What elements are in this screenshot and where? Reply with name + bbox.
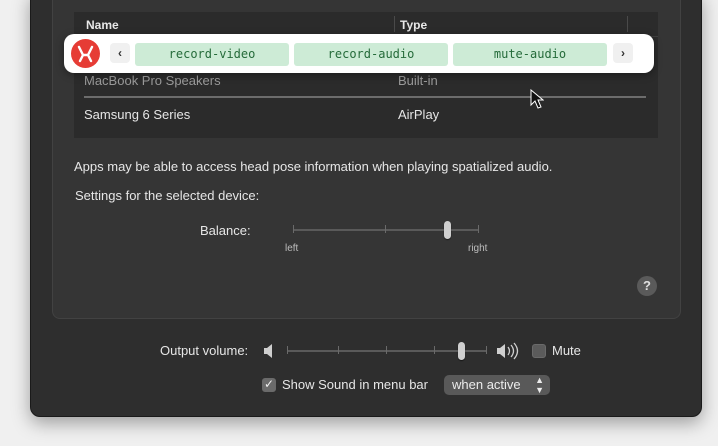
slider-tick: [293, 225, 294, 233]
select-value: when active: [452, 377, 521, 392]
help-button[interactable]: ?: [637, 276, 657, 296]
slider-tick: [386, 346, 387, 354]
speaker-high-icon: [496, 342, 520, 365]
balance-slider[interactable]: [293, 220, 479, 240]
table-row[interactable]: Samsung 6 Series AirPlay: [74, 98, 658, 130]
column-header-type[interactable]: Type: [400, 18, 427, 32]
balance-label: Balance:: [200, 223, 251, 238]
slider-knob[interactable]: [444, 221, 452, 239]
slider-tick: [486, 346, 487, 354]
column-divider[interactable]: [394, 16, 395, 32]
device-name: Samsung 6 Series: [84, 107, 191, 122]
device-name: MacBook Pro Speakers: [84, 73, 221, 88]
show-in-menu-bar-label: Show Sound in menu bar: [282, 377, 428, 392]
device-type: AirPlay: [398, 107, 440, 122]
device-type: Built-in: [398, 73, 438, 88]
column-header-name[interactable]: Name: [86, 18, 119, 32]
slider-tick: [434, 346, 435, 354]
show-in-menu-bar-checkbox[interactable]: [262, 377, 276, 392]
output-volume-slider[interactable]: [287, 341, 487, 361]
slider-tick: [338, 346, 339, 354]
chip-mute-audio[interactable]: mute-audio: [453, 43, 607, 66]
slider-tick: [287, 346, 288, 354]
slider-track: [287, 350, 487, 352]
slider-track: [293, 229, 479, 231]
mute-checkbox[interactable]: [532, 344, 546, 358]
red-app-logo-icon: [71, 39, 100, 68]
column-divider[interactable]: [627, 16, 628, 32]
chip-record-audio[interactable]: record-audio: [294, 43, 448, 66]
chip-record-video[interactable]: record-video: [135, 43, 289, 66]
slider-knob[interactable]: [458, 342, 465, 360]
mute-label: Mute: [552, 343, 581, 358]
chevron-up-down-icon: ▲ ▼: [535, 375, 544, 395]
action-chip-bar: ‹ record-video record-audio mute-audio ›: [64, 34, 654, 73]
chevron-left-icon[interactable]: ‹: [110, 43, 130, 63]
balance-left-label: left: [285, 243, 299, 254]
slider-tick: [478, 225, 479, 233]
settings-heading: Settings for the selected device:: [75, 188, 260, 203]
balance-right-label: right: [468, 243, 488, 254]
output-devices-table[interactable]: Name Type MacBook Pro Speakers Built-in …: [74, 12, 658, 138]
chevron-right-icon[interactable]: ›: [613, 43, 633, 63]
head-pose-note: Apps may be able to access head pose inf…: [74, 159, 553, 174]
output-volume-label: Output volume:: [160, 343, 249, 358]
speaker-low-icon: [263, 343, 275, 364]
mouse-pointer-icon: [530, 88, 545, 114]
menu-bar-visibility-select[interactable]: when active ▲ ▼: [444, 375, 550, 395]
slider-tick: [385, 225, 386, 233]
